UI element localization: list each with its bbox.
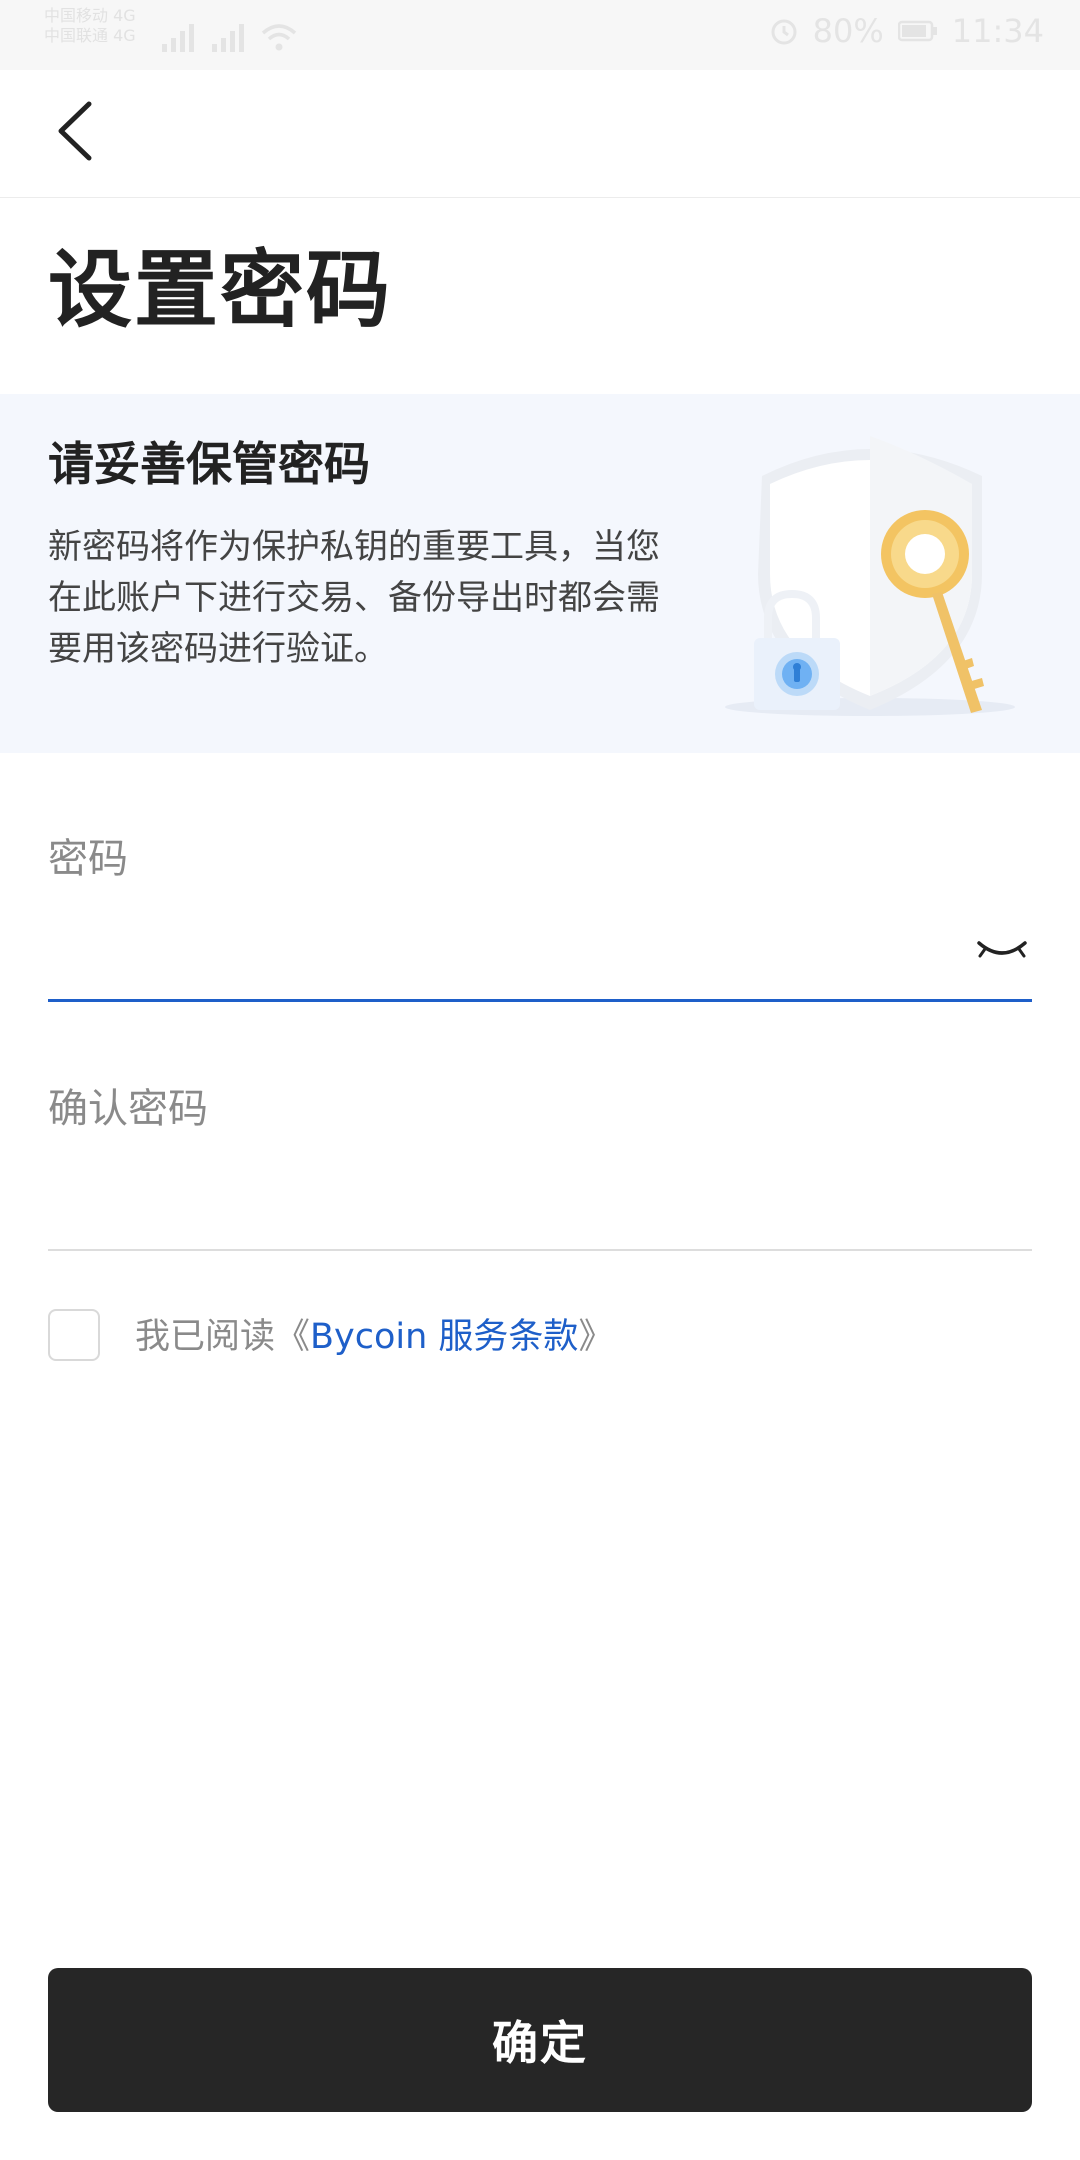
chevron-left-icon <box>58 101 92 161</box>
back-button[interactable] <box>40 96 110 166</box>
page-title: 设置密码 <box>48 241 393 339</box>
alarm-icon <box>771 19 797 45</box>
carrier-line-1: 中国移动 4G <box>44 6 136 25</box>
clock-time: 11:34 <box>951 12 1044 50</box>
battery-percent: 80% <box>812 12 884 50</box>
terms-checkbox[interactable] <box>48 1309 100 1361</box>
status-bar: 中国移动 4G 中国联通 4G 80% 11:34 <box>0 0 1080 70</box>
confirm-password-label: 确认密码 <box>48 1086 208 1132</box>
terms-suffix: 》 <box>578 1317 614 1357</box>
battery-icon <box>897 20 937 42</box>
terms-link[interactable]: Bycoin 服务条款 <box>310 1317 578 1357</box>
carrier-info: 中国移动 4G 中国联通 4G <box>44 6 136 46</box>
terms-text: 我已阅读《Bycoin 服务条款》 <box>135 1312 613 1362</box>
terms-prefix: 我已阅读《 <box>135 1317 311 1357</box>
carrier-line-2: 中国联通 4G <box>44 26 136 45</box>
password-label: 密码 <box>48 836 128 882</box>
signal-icons <box>160 16 298 52</box>
info-card: 请妥善保管密码 新密码将作为保护私钥的重要工具，当您在此账户下进行交易、备份导出… <box>0 394 1080 753</box>
set-password-page: 中国移动 4G 中国联通 4G 80% 11:34 设置密码 请妥善保管密码 新… <box>0 0 1080 2160</box>
wifi-icon <box>261 24 297 51</box>
status-right: 80% 11:34 <box>769 12 1044 50</box>
info-body: 新密码将作为保护私钥的重要工具，当您在此账户下进行交易、备份导出时都会需要用该密… <box>48 527 660 669</box>
password-input[interactable] <box>48 900 948 990</box>
shield-key-lock-icon <box>725 436 1015 716</box>
eye-closed-icon <box>977 941 1027 958</box>
signal-icon <box>162 24 194 52</box>
info-heading: 请妥善保管密码 <box>48 437 370 491</box>
confirm-password-underline <box>48 1249 1032 1251</box>
signal-icon <box>212 24 244 52</box>
nav-bar <box>0 70 1080 198</box>
password-underline <box>48 999 1032 1002</box>
toggle-password-visibility[interactable] <box>972 932 1032 972</box>
confirm-password-input[interactable] <box>48 1150 1032 1240</box>
confirm-button[interactable]: 确定 <box>48 1968 1032 2112</box>
